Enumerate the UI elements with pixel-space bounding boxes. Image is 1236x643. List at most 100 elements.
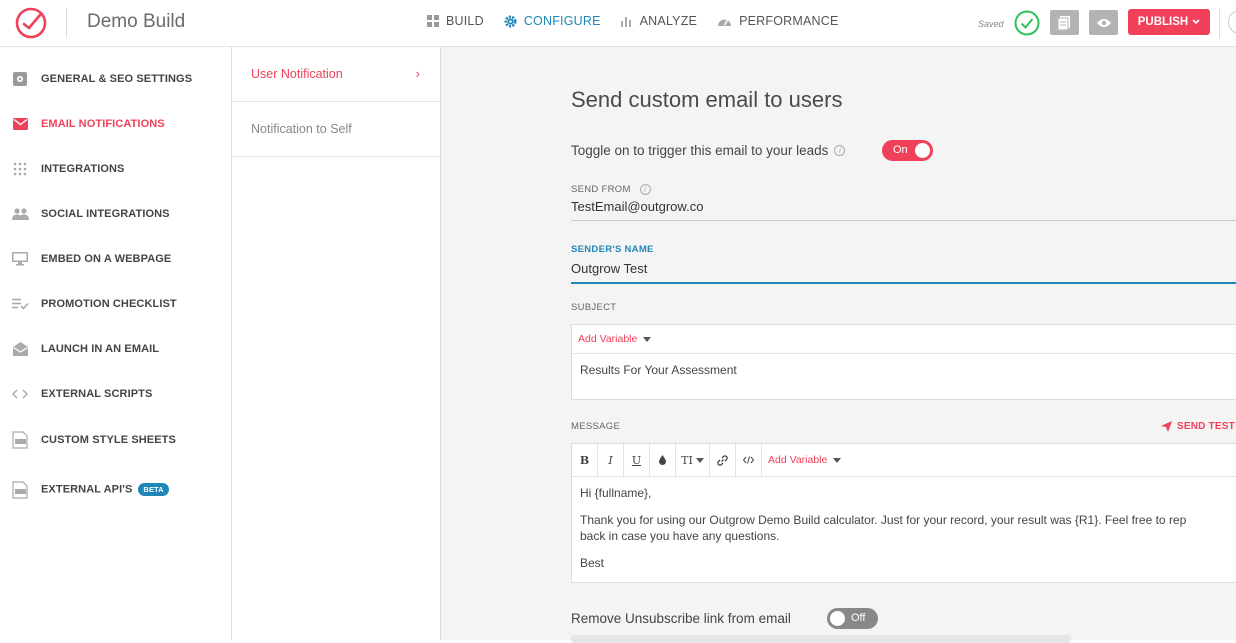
sidebar-item-custom-css[interactable]: CUSTOM STYLE SHEETS <box>0 417 231 462</box>
subnav-notification-to-self[interactable]: Notification to Self <box>232 102 440 157</box>
trigger-row: Toggle on to trigger this email to your … <box>571 143 846 158</box>
sidebar-item-label: PROMOTION CHECKLIST <box>41 297 177 310</box>
italic-button[interactable]: I <box>598 443 624 477</box>
code-icon <box>743 456 754 464</box>
sidebar-item-external-apis[interactable]: EXTERNAL API'S BETA <box>0 467 231 512</box>
field-underline-focused <box>571 282 1236 284</box>
message-editor: B I U TI Add Variable Hi {fullname}, Tha… <box>571 443 1236 583</box>
page-title: Send custom email to users <box>571 87 843 112</box>
nav-analyze[interactable]: ANALYZE <box>620 14 698 28</box>
publish-button[interactable]: PUBLISH <box>1128 9 1210 35</box>
settings-box-icon <box>11 70 29 88</box>
dots-grid-icon <box>11 160 29 178</box>
message-line: back in case you have any questions. <box>580 529 780 543</box>
sender-name-label: SENDER'S NAME <box>571 244 654 255</box>
nav-configure[interactable]: CONFIGURE <box>504 14 601 28</box>
subject-editor: Add Variable Results For Your Assessment <box>571 324 1236 400</box>
sidebar-item-general-seo[interactable]: GENERAL & SEO SETTINGS <box>0 56 231 101</box>
sidebar-item-label: CUSTOM STYLE SHEETS <box>41 433 176 446</box>
pages-button[interactable] <box>1050 10 1079 35</box>
link-button[interactable] <box>710 443 736 477</box>
sidebar-item-label: EMAIL NOTIFICATIONS <box>41 117 165 130</box>
nav-build-label: BUILD <box>446 14 484 28</box>
nav-performance-label: PERFORMANCE <box>739 14 839 28</box>
unsubscribe-label: Remove Unsubscribe link from email <box>571 611 791 626</box>
sidebar-item-promotion-checklist[interactable]: PROMOTION CHECKLIST <box>0 281 231 326</box>
eye-icon <box>1096 18 1111 27</box>
outgrow-logo-icon[interactable] <box>14 6 48 40</box>
subject-toolbar: Add Variable <box>572 325 1236 354</box>
send-test-button[interactable]: SEND TEST <box>1161 421 1235 432</box>
sidebar-item-label-wrap: EXTERNAL API'S BETA <box>41 483 169 496</box>
sidebar-item-label: EXTERNAL SCRIPTS <box>41 387 153 400</box>
nav-analyze-label: ANALYZE <box>639 14 698 28</box>
email-icon <box>11 115 29 133</box>
dashboard-icon <box>718 19 732 26</box>
sidebar-item-label: EMBED ON A WEBPAGE <box>41 252 172 265</box>
nav-performance[interactable]: PERFORMANCE <box>717 14 838 28</box>
open-envelope-icon <box>11 340 29 358</box>
publish-label: PUBLISH <box>1137 16 1189 28</box>
email-settings-panel: Send custom email to users Toggle on to … <box>441 47 1236 643</box>
info-icon[interactable]: i <box>834 145 846 156</box>
subject-input[interactable]: Results For Your Assessment <box>572 354 1236 386</box>
caret-down-icon <box>643 336 652 342</box>
code-view-button[interactable] <box>736 443 762 477</box>
sender-name-field[interactable]: Outgrow Test <box>571 261 647 276</box>
main-nav: BUILD CONFIGURE ANALYZE PERFORMANCE <box>427 14 859 28</box>
api-file-icon <box>11 480 29 499</box>
message-label: MESSAGE <box>571 421 621 432</box>
sidebar-item-label: SOCIAL INTEGRATIONS <box>41 207 170 220</box>
subnav-item-label: Notification to Self <box>251 122 352 136</box>
underline-button[interactable]: U <box>624 443 650 477</box>
top-bar: Demo Build BUILD CONFIGURE ANALYZE PERFO… <box>0 0 1236 47</box>
sidebar-item-email-notifications[interactable]: EMAIL NOTIFICATIONS <box>0 101 231 146</box>
unsubscribe-toggle[interactable]: Off <box>827 608 878 629</box>
checklist-icon <box>11 295 29 313</box>
caret-down-icon <box>695 457 704 463</box>
bar-chart-icon <box>620 17 631 27</box>
message-body[interactable]: Hi {fullname}, Thank you for using our O… <box>572 477 1236 579</box>
subject-label: SUBJECT <box>571 302 617 313</box>
toggle-knob <box>830 611 845 626</box>
header-divider-right <box>1219 8 1220 38</box>
subnav-user-notification[interactable]: User Notification › <box>232 47 440 102</box>
toggle-state: Off <box>851 612 866 624</box>
info-icon[interactable]: i <box>639 184 651 195</box>
saved-status: Saved <box>978 19 1004 29</box>
sidebar-item-launch-email[interactable]: LAUNCH IN AN EMAIL <box>0 326 231 371</box>
font-size-button[interactable]: TI <box>676 443 710 477</box>
send-from-field[interactable]: TestEmail@outgrow.co <box>571 199 703 214</box>
sidebar-item-embed[interactable]: EMBED ON A WEBPAGE <box>0 236 231 281</box>
grid-icon <box>427 15 439 27</box>
preview-button[interactable] <box>1089 10 1118 35</box>
add-variable-dropdown[interactable]: Add Variable <box>578 333 652 345</box>
send-from-label: SEND FROM <box>571 184 631 195</box>
nav-build[interactable]: BUILD <box>427 14 484 28</box>
add-variable-dropdown[interactable]: Add Variable <box>768 454 842 466</box>
message-toolbar: B I U TI Add Variable <box>572 443 1236 477</box>
trigger-toggle[interactable]: On <box>882 140 933 161</box>
font-size-label: TI <box>681 453 693 467</box>
message-line: Thank you for using our Outgrow Demo Bui… <box>580 513 1187 527</box>
monitor-icon <box>11 250 29 268</box>
toggle-knob <box>915 143 930 158</box>
send-test-label: SEND TEST <box>1177 421 1235 432</box>
text-color-button[interactable] <box>650 443 676 477</box>
chevron-down-icon <box>1192 19 1200 25</box>
sidebar-item-external-scripts[interactable]: EXTERNAL SCRIPTS <box>0 371 231 416</box>
user-avatar[interactable] <box>1228 10 1236 34</box>
add-variable-label: Add Variable <box>578 333 638 345</box>
nav-configure-label: CONFIGURE <box>523 14 601 28</box>
bold-button[interactable]: B <box>572 443 598 477</box>
settings-sidebar: GENERAL & SEO SETTINGS EMAIL NOTIFICATIO… <box>0 47 231 640</box>
code-icon <box>11 385 29 403</box>
trigger-label: Toggle on to trigger this email to your … <box>571 143 829 158</box>
truncated-help-text <box>571 635 1071 643</box>
sidebar-item-label: INTEGRATIONS <box>41 162 125 175</box>
sidebar-item-social-integrations[interactable]: SOCIAL INTEGRATIONS <box>0 191 231 236</box>
subnav-item-label: User Notification <box>251 67 343 81</box>
sidebar-item-integrations[interactable]: INTEGRATIONS <box>0 146 231 191</box>
beta-badge: BETA <box>138 483 169 496</box>
message-line: Hi {fullname}, <box>580 486 652 500</box>
